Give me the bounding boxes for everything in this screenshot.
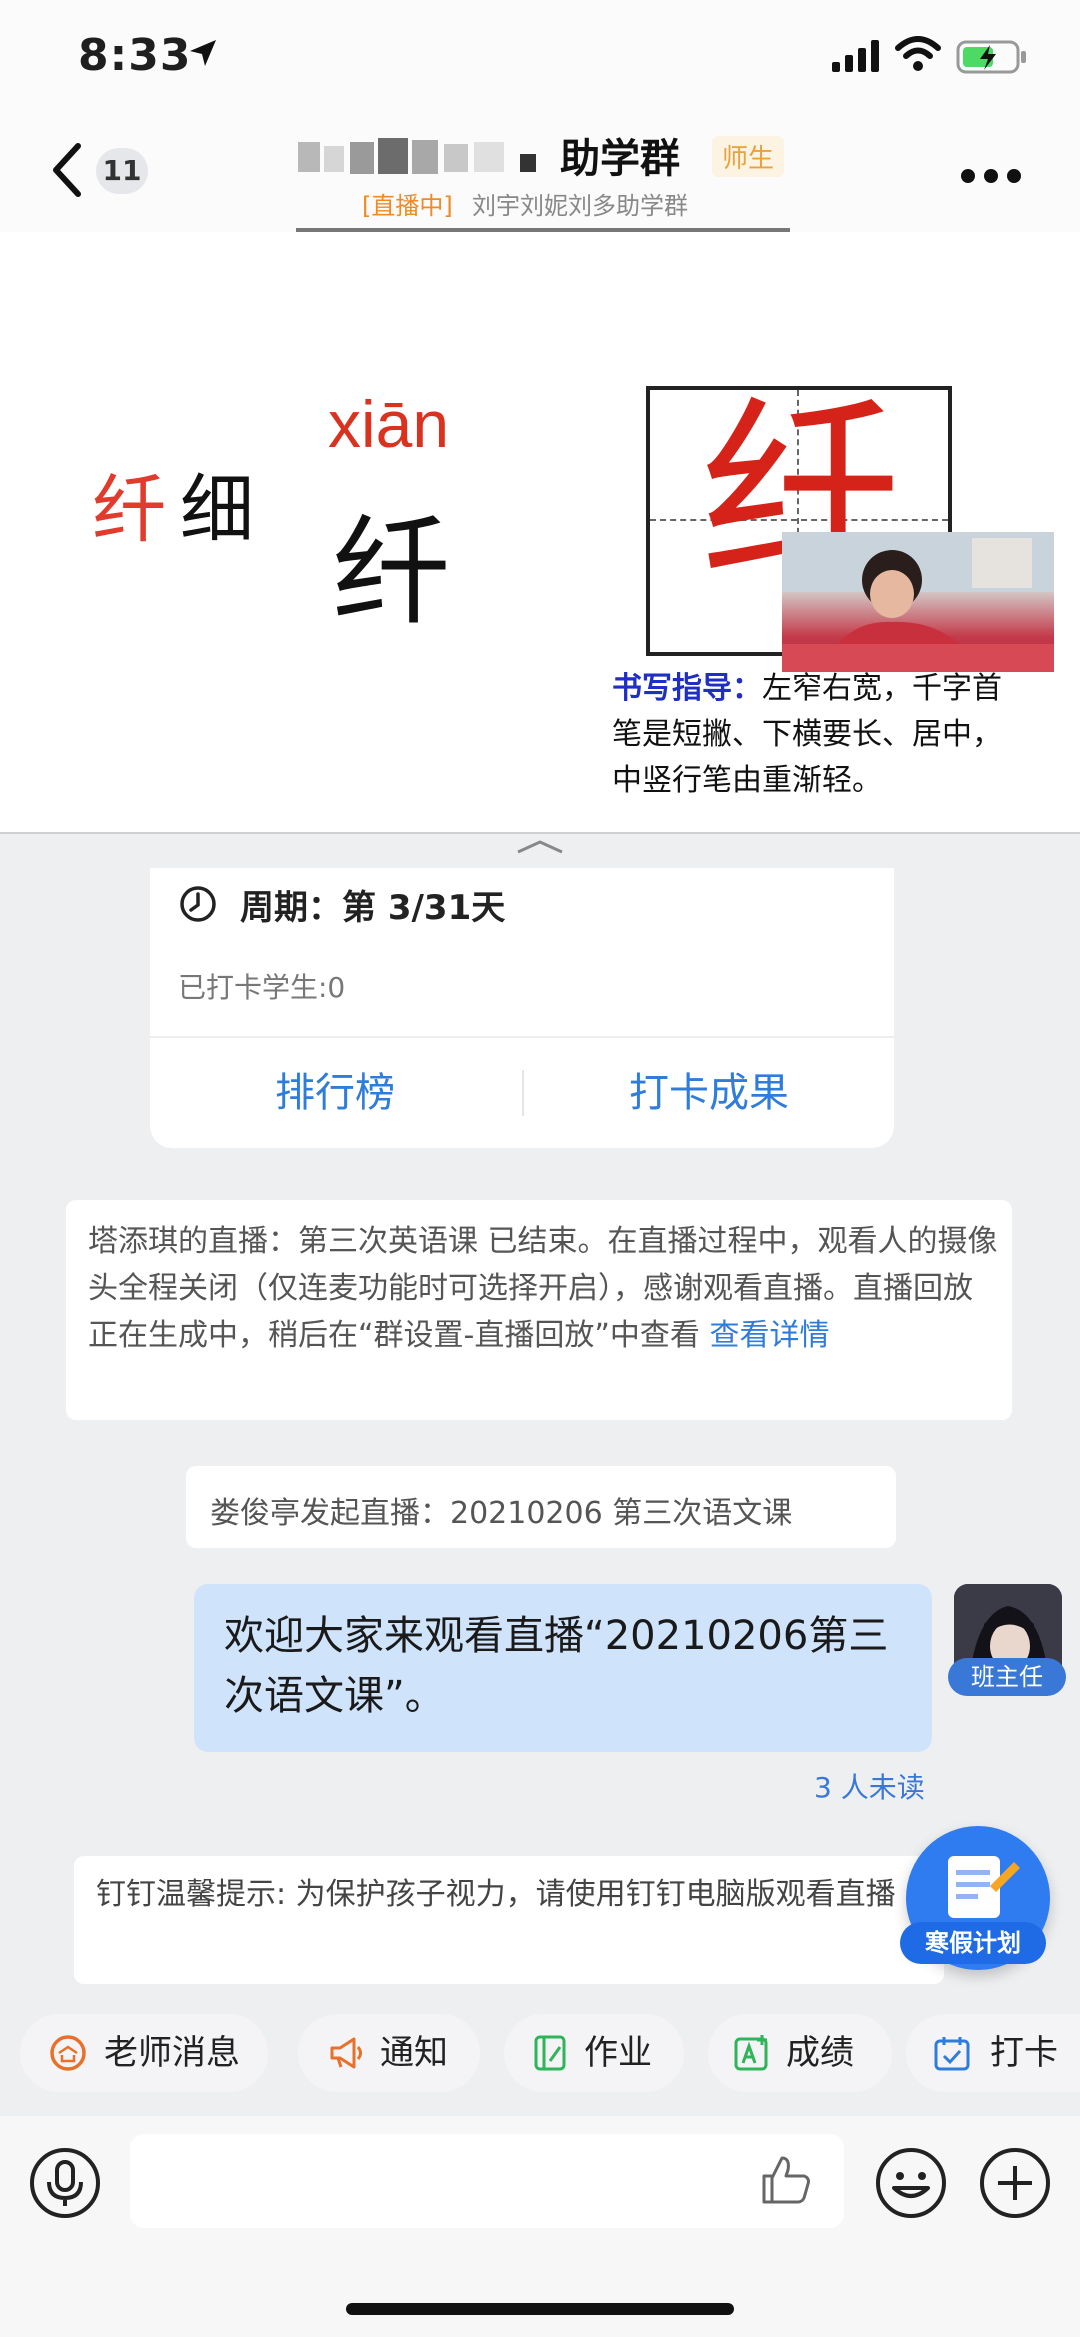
read-status[interactable]: 3 人未读 [814,1766,925,1806]
pinyin-label: xiān [328,387,450,461]
message-input[interactable] [130,2134,844,2228]
emoji-icon[interactable] [874,2146,948,2220]
chip-notifications-label: 通知 [380,2033,448,2073]
location-arrow-icon [190,40,216,66]
checkin-results-button[interactable]: 打卡成果 [524,1040,894,1146]
checkin-period: 周期：第 3/31天 [240,888,506,928]
writing-guide-label: 书写指导： [612,671,762,706]
live-ended-notice-text: 塔添琪的直播：第三次英语课 已结束。在直播过程中，观看人的摄像头全程关闭（仅连麦… [88,1218,998,1359]
sender-role-tag: 班主任 [948,1658,1066,1696]
megaphone-icon [330,2037,362,2069]
chip-teacher-messages-label: 老师消息 [104,2033,240,2073]
writing-guide: 书写指导：左窄右宽，千字首笔是短撇、下横要长、居中，中竖行笔由重渐轻。 [612,666,1012,804]
thumbs-up-icon[interactable] [758,2152,814,2208]
live-start-text: 娄俊亭发起直播：20210206 第三次语文课 [210,1496,793,1531]
clock-icon [180,886,216,922]
checked-in-count: 已打卡学生:0 [178,971,346,1004]
message-text: 欢迎大家来观看直播“20210206第三次语文课”。 [224,1613,889,1719]
winter-plan-label: 寒假计划 [900,1922,1046,1964]
notice-body: 塔添琪的直播：第三次英语课 已结束。在直播过程中，观看人的摄像头全程关闭（仅连麦… [88,1224,998,1353]
home-indicator [346,2303,734,2315]
live-subtitle: 刘宇刘妮刘多助学群 [472,192,688,220]
battery-icon [956,40,1026,74]
wifi-icon [895,36,941,71]
calendar-check-icon [934,2037,970,2071]
back-chevron-icon[interactable] [48,140,88,200]
chip-homework[interactable]: 作业 [504,2014,684,2092]
collapse-chevron-icon[interactable] [514,838,566,856]
group-title: 助学群 [560,136,680,182]
chip-checkin[interactable]: 打卡 [906,2014,1080,2092]
card-divider [150,1036,894,1038]
live-status-tag: [直播中] [362,192,453,220]
unread-count-badge[interactable]: 11 [96,148,148,194]
add-attachment-icon[interactable] [978,2146,1052,2220]
chip-teacher-messages[interactable]: 老师消息 [20,2014,268,2092]
chip-homework-label: 作业 [584,2033,652,2073]
more-options-icon[interactable] [960,168,1022,184]
status-time: 8:33 [78,30,192,81]
homework-icon [534,2035,566,2071]
chip-grades[interactable]: 成绩 [708,2014,892,2092]
tip-notice-text: 钉钉温馨提示: 为保护孩子视力，请使用钉钉电脑版观看直播 [96,1877,896,1912]
chip-grades-label: 成绩 [786,2033,854,2073]
grade-icon [734,2035,768,2071]
teacher-icon [50,2035,86,2071]
vocab-word-red: 纤 [92,467,166,553]
blurred-title-mask [298,138,536,174]
cellular-signal-icon [832,40,879,72]
role-badge: 师生 [712,136,785,177]
leaderboard-button[interactable]: 排行榜 [150,1040,520,1146]
chip-checkin-label: 打卡 [990,2033,1058,2073]
student-webcam-thumbnail[interactable] [782,532,1054,672]
voice-input-icon[interactable] [28,2146,102,2220]
view-details-link[interactable]: 查看详情 [709,1318,829,1353]
vocab-word-black: 细 [180,467,254,553]
character-large: 纤 [332,503,451,641]
chip-notifications[interactable]: 通知 [298,2014,480,2092]
